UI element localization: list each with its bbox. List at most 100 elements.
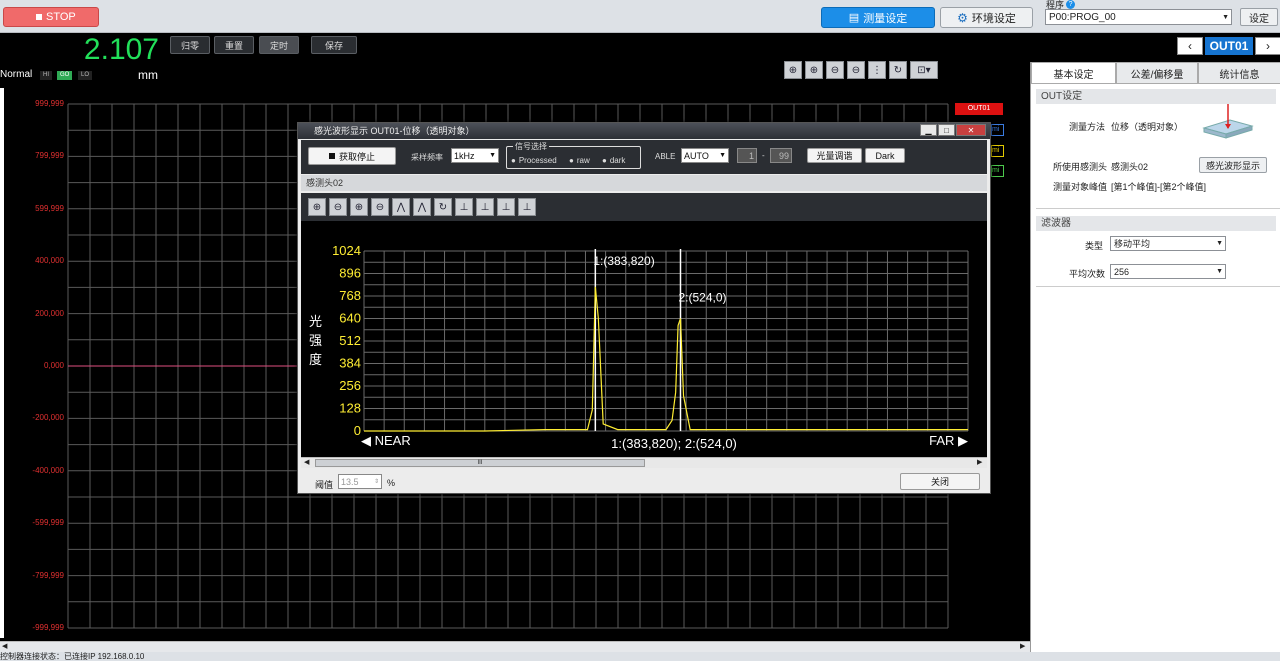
scroll-left-icon[interactable]: ◀: [2, 642, 7, 650]
avg-count-select[interactable]: 256 ▼: [1110, 264, 1226, 279]
zoom-y-in-icon[interactable]: ⊕: [350, 198, 368, 216]
go-indicator: GO: [57, 71, 73, 80]
radio-raw[interactable]: ● raw: [569, 156, 590, 165]
peak-edge-icon[interactable]: ⋀: [413, 198, 431, 216]
radio-dot-icon: ●: [602, 156, 607, 165]
refresh-icon[interactable]: ↻: [889, 61, 907, 79]
signal-select-group: 信号选择 ● Processed ● raw ● dark: [506, 141, 641, 169]
peak-marker-1-icon[interactable]: ⊥: [455, 198, 473, 216]
scroll-right-icon[interactable]: ▶: [1020, 642, 1025, 650]
out-selector[interactable]: OUT01: [1205, 37, 1253, 55]
stop-square-icon: [328, 153, 335, 159]
prev-out-icon[interactable]: ‹: [1177, 37, 1203, 55]
waveform-chart: 0 128 256 384 512 640 768 896 1024 光强度 1:(383,820)…: [301, 221, 987, 457]
tab-basic[interactable]: 基本设定: [1031, 62, 1116, 83]
wave-y-tick-label: 512: [339, 333, 361, 348]
help-icon[interactable]: ?: [1066, 0, 1076, 9]
transparent-object-icon: [1202, 104, 1254, 139]
wave-y-axis-label: 度: [309, 352, 322, 368]
peak-marker-2-icon[interactable]: ⊥: [476, 198, 494, 216]
zoom-x-in-icon[interactable]: ⊕: [308, 198, 326, 216]
cursor-icon[interactable]: ⋮: [868, 61, 886, 79]
tab-statistics[interactable]: 统计信息: [1198, 62, 1280, 83]
head-label: 所使用感测头: [1053, 162, 1108, 172]
scroll-left-icon[interactable]: ◀: [304, 458, 309, 466]
program-select[interactable]: P00:PROG_00 ▼: [1045, 9, 1232, 25]
radio-dot-icon: ●: [569, 156, 574, 165]
scroll-right-icon[interactable]: ▶: [977, 458, 982, 466]
program-set-button[interactable]: 设定: [1240, 8, 1278, 26]
zoom-x-out-icon[interactable]: ⊖: [329, 198, 347, 216]
out-badge[interactable]: OUT01: [955, 103, 1003, 115]
dialog-toolbar: 获取停止 采样频率 1kHz ▼ 信号选择 ● Processed ● raw ● da…: [301, 140, 987, 174]
refresh-icon[interactable]: ↻: [434, 198, 452, 216]
radio-processed[interactable]: ● Processed: [511, 156, 557, 165]
head-tab[interactable]: 感测头02: [301, 175, 987, 191]
close-button[interactable]: 关闭: [900, 473, 980, 490]
status-text: Normal: [0, 69, 33, 80]
lo-indicator: LO: [78, 71, 93, 80]
save-button[interactable]: 保存: [311, 36, 357, 54]
spinner-icon[interactable]: ⇕: [374, 478, 379, 485]
avg-count-label: 平均次数: [1069, 269, 1106, 279]
filter-type-select[interactable]: 移动平均 ▼: [1110, 236, 1226, 251]
zoom-in-icon[interactable]: ⊕: [805, 61, 823, 79]
scroll-thumb[interactable]: III: [315, 459, 645, 467]
sampling-select[interactable]: 1kHz ▼: [451, 148, 499, 163]
legend-chip-1[interactable]: mi: [991, 124, 1004, 136]
wave-display-button[interactable]: 感光波形显示: [1199, 157, 1267, 173]
head-value: 感测头02: [1111, 162, 1149, 172]
light-adjust-button[interactable]: 光量调谐: [807, 148, 862, 163]
reset-button[interactable]: 重置: [214, 36, 254, 54]
stop-button[interactable]: STOP: [3, 7, 99, 27]
radio-dot-icon: ●: [511, 156, 516, 165]
zoom-out-icon[interactable]: ⊖: [847, 61, 865, 79]
divider: [1036, 208, 1280, 209]
minimize-icon[interactable]: ▁: [920, 124, 937, 136]
tab-tolerance[interactable]: 公差/偏移量: [1116, 62, 1198, 83]
auto-scale-icon[interactable]: ⊡▾: [910, 61, 938, 79]
able-label: ABLE: [655, 152, 676, 161]
gear-icon: ⚙: [957, 10, 968, 25]
waveform-dialog: 感光波形显示 OUT01-位移（透明对象） ▁ □ ✕ 获取停止 采样频率 1k…: [297, 122, 991, 494]
peak-1-label: 1:(383,820): [593, 254, 654, 268]
dark-button[interactable]: Dark: [865, 148, 905, 163]
legend-chip-2[interactable]: mi: [991, 145, 1004, 157]
zoom-fit-icon[interactable]: ⊕: [784, 61, 802, 79]
y-tick-label: 599,999: [35, 203, 64, 213]
unit-label: mm: [138, 68, 158, 82]
environment-setting-button[interactable]: ⚙ 环境设定: [940, 7, 1033, 28]
stop-capture-button[interactable]: 获取停止: [308, 147, 396, 165]
timer-button[interactable]: 定时: [259, 36, 299, 54]
wave-y-tick-label: 128: [339, 401, 361, 416]
maximize-icon[interactable]: □: [938, 124, 955, 136]
graph-toolbar: ⊕ ⊕ ⊖ ⊖ ⋮ ↻ ⊡▾: [784, 61, 938, 79]
graph-scrollbar[interactable]: ◀ ▶: [0, 641, 1030, 652]
chevron-down-icon: ▼: [489, 152, 496, 159]
able-select[interactable]: AUTO ▼: [681, 148, 729, 163]
close-icon[interactable]: ✕: [956, 124, 986, 136]
zero-button[interactable]: 归零: [170, 36, 210, 54]
wave-y-axis-label: 强: [309, 334, 322, 349]
dialog-title: 感光波形显示 OUT01-位移（透明对象）: [298, 123, 990, 139]
wave-scrollbar[interactable]: ◀ III ▶: [301, 457, 987, 468]
wave-y-tick-label: 896: [339, 266, 361, 281]
measure-setting-button[interactable]: ▤ 测量设定: [821, 7, 935, 28]
y-tick-label: 999,999: [35, 99, 64, 108]
able-min-input[interactable]: 1: [737, 148, 757, 163]
able-max-input[interactable]: 99: [770, 148, 792, 163]
legend-chip-3[interactable]: mi: [991, 165, 1004, 177]
peak-icon[interactable]: ⋀: [392, 198, 410, 216]
method-label: 测量方法: [1069, 122, 1106, 132]
zoom-y-out-icon[interactable]: ⊖: [371, 198, 389, 216]
list-icon: ▤: [848, 12, 860, 24]
divider: [1036, 286, 1280, 287]
next-out-icon[interactable]: ›: [1255, 37, 1280, 55]
peak-marker-4-icon[interactable]: ⊥: [518, 198, 536, 216]
radio-dark[interactable]: ● dark: [602, 156, 625, 165]
chevron-down-icon: ▼: [1222, 13, 1229, 21]
zoom-x-icon[interactable]: ⊖: [826, 61, 844, 79]
y-tick-label: -400,000: [32, 465, 64, 475]
threshold-input[interactable]: 13.5 ⇕: [338, 474, 382, 489]
peak-marker-3-icon[interactable]: ⊥: [497, 198, 515, 216]
